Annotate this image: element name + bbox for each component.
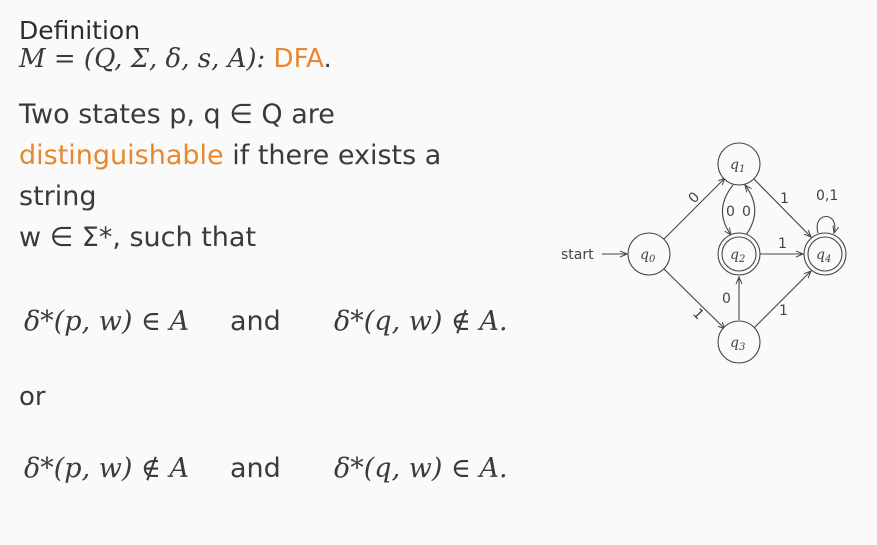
label-q1-q4: 1	[780, 191, 789, 207]
q2-subscript: 2	[738, 254, 745, 265]
self-loop-q4	[816, 216, 835, 234]
q3-subscript: 3	[739, 342, 745, 353]
edge-q1-q4	[752, 177, 811, 237]
dfa-diagram: start q0 q1 q2 q3 q4 0 1 0 0 1 1 0 1 0,1	[561, 142, 847, 364]
label-q0-q3: 1	[689, 306, 707, 324]
q4-subscript: 4	[824, 254, 831, 265]
label-q2-q1: 0	[742, 204, 751, 220]
start-label: start	[561, 247, 594, 263]
label-q0-q1: 0	[686, 189, 704, 207]
edge-q3-q4	[752, 271, 811, 330]
label-q4-loop: 0,1	[816, 188, 838, 204]
q1-subscript: 1	[739, 164, 745, 175]
label-q3-q2: 0	[722, 291, 731, 307]
label-q3-q4: 1	[779, 303, 788, 319]
q0-subscript: 0	[649, 254, 656, 265]
label-q1-q2: 0	[726, 204, 735, 220]
edge-q0-q1	[663, 178, 725, 240]
label-q2-q4: 1	[778, 236, 787, 252]
